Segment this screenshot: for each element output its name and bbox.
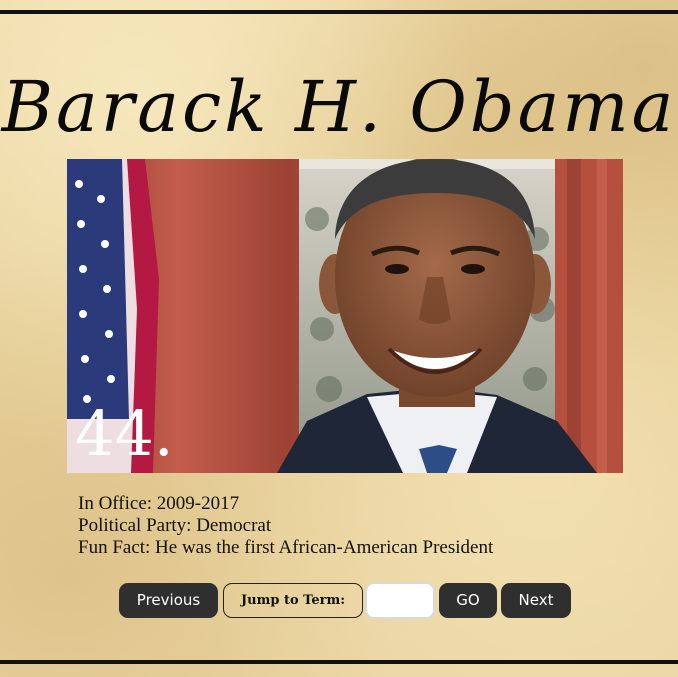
fun-fact: Fun Fact: He was the first African-Ameri… — [78, 537, 494, 558]
term-number: 44. — [75, 397, 174, 470]
go-button[interactable]: GO — [439, 583, 497, 618]
navigation-bar: Previous Jump to Term: GO Next — [0, 582, 678, 620]
jump-term-input[interactable] — [365, 582, 435, 619]
jump-to-term-label: Jump to Term: — [223, 583, 363, 618]
facts-list: In Office: 2009-2017 Political Party: De… — [78, 493, 638, 559]
next-button[interactable]: Next — [501, 583, 571, 618]
president-portrait: 44. — [67, 159, 623, 473]
in-office-fact: In Office: 2009-2017 — [78, 493, 240, 514]
page-title: Barack H. Obama — [1, 66, 677, 148]
previous-button[interactable]: Previous — [119, 583, 218, 618]
top-border-rule — [0, 10, 678, 14]
bottom-border-rule — [0, 660, 678, 664]
party-fact: Political Party: Democrat — [78, 515, 272, 536]
